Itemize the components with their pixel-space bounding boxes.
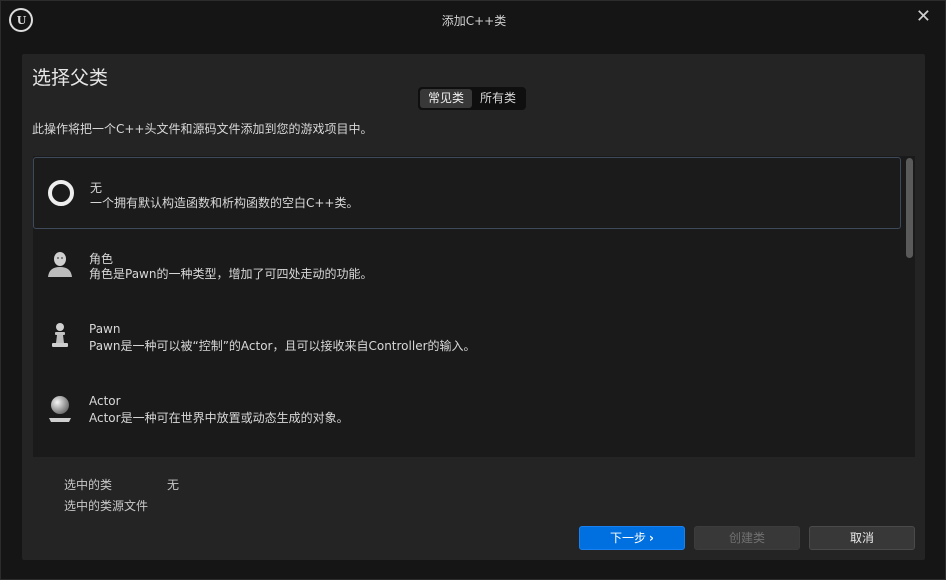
source-file-label: 选中的类源文件 [64,499,149,513]
window-title: 添加C++类 [441,14,507,28]
class-item-pawn[interactable]: Pawn Pawn是一种可以被“控制”的Actor，且可以接收来自Control… [33,301,901,373]
sphere-on-base-icon [45,393,75,423]
class-item-name: Actor [89,394,121,408]
empty-ring-icon [46,178,76,208]
cancel-button[interactable]: 取消 [809,526,915,550]
class-item-name: Pawn [89,322,121,336]
scrollbar-thumb[interactable] [906,158,913,258]
class-item-actor[interactable]: Actor Actor是一种可在世界中放置或动态生成的对象。 [33,373,901,445]
choose-parent-panel: 选择父类 常见类 所有类 此操作将把一个C++头文件和源码文件添加到您的游戏项目… [22,54,925,560]
selected-class-value: 无 [167,478,180,492]
panel-description: 此操作将把一个C++头文件和源码文件添加到您的游戏项目中。 [32,122,373,136]
class-item-desc: Pawn是一种可以被“控制”的Actor，且可以接收来自Controller的输… [89,339,476,353]
add-cpp-class-window: U 添加C++类 ✕ 选择父类 常见类 所有类 此操作将把一个C++头文件和源码… [0,0,946,580]
chevron-right-icon: › [649,531,654,545]
title-bar: U 添加C++类 ✕ [1,1,946,41]
parent-class-list: 无 一个拥有默认构造函数和析构函数的空白C++类。 角色 角色是Pawn的一种类… [33,156,915,457]
tab-common-classes[interactable]: 常见类 [420,89,473,108]
class-item-character[interactable]: 角色 角色是Pawn的一种类型，增加了可四处走动的功能。 [33,229,901,301]
class-filter-tabs: 常见类 所有类 [418,87,527,110]
class-item-none[interactable]: 无 一个拥有默认构造函数和析构函数的空白C++类。 [33,157,901,229]
class-item-desc: 一个拥有默认构造函数和析构函数的空白C++类。 [90,196,359,210]
next-button[interactable]: 下一步 › [579,526,685,550]
next-button-label: 下一步 [610,531,647,545]
create-class-button[interactable]: 创建类 [694,526,800,550]
page-title: 选择父类 [32,67,109,89]
class-item-desc: 角色是Pawn的一种类型，增加了可四处走动的功能。 [89,267,373,281]
class-item-desc: Actor是一种可在世界中放置或动态生成的对象。 [89,411,349,425]
close-icon[interactable]: ✕ [916,6,931,27]
list-scrollbar[interactable] [906,158,913,455]
selected-class-label: 选中的类 [64,478,113,492]
tab-all-classes[interactable]: 所有类 [472,89,524,108]
character-bust-icon [45,249,75,279]
pawn-piece-icon [45,321,75,351]
